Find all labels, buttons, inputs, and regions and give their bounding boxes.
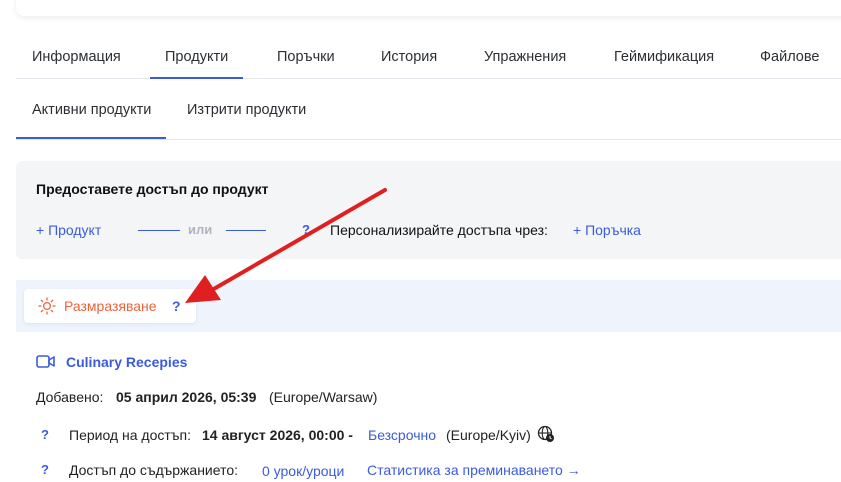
content-help-icon[interactable]: ? bbox=[41, 462, 49, 477]
period-timezone: (Europe/Kyiv) bbox=[446, 427, 531, 443]
main-tabs: Информация Продукти Поръчки История Упра… bbox=[16, 36, 841, 79]
grant-access-title: Предоставете достъп до продукт bbox=[36, 181, 269, 197]
added-timezone: (Europe/Warsaw) bbox=[269, 389, 378, 405]
tab-files[interactable]: Файлове bbox=[760, 36, 819, 78]
grant-access-panel: Предоставете достъп до продукт + Продукт… bbox=[16, 161, 841, 259]
subtab-active-products[interactable]: Активни продукти bbox=[15, 88, 167, 139]
added-label: Добавено: bbox=[36, 389, 104, 405]
subtab-deleted-products[interactable]: Изтрити продукти bbox=[187, 88, 306, 133]
unfreeze-button[interactable]: Размразяване ? bbox=[24, 289, 196, 323]
tab-exercises[interactable]: Упражнения bbox=[484, 36, 566, 78]
period-end-link[interactable]: Безсрочно bbox=[368, 427, 436, 443]
or-divider-left bbox=[138, 230, 180, 231]
globe-clock-icon[interactable] bbox=[537, 425, 555, 443]
unfreeze-help-icon[interactable]: ? bbox=[172, 298, 181, 314]
period-help-icon[interactable]: ? bbox=[41, 427, 49, 442]
add-product-link[interactable]: + Продукт bbox=[36, 222, 101, 238]
tab-products[interactable]: Продукти bbox=[149, 36, 244, 79]
completion-stats-link[interactable]: Статистика за преминаването → bbox=[367, 462, 581, 478]
tab-history[interactable]: История bbox=[381, 36, 437, 78]
sun-icon bbox=[38, 297, 56, 315]
or-text: или bbox=[188, 222, 213, 237]
personalize-label: Персонализирайте достъпа чрез: bbox=[330, 222, 548, 238]
product-name-link[interactable]: Culinary Recepies bbox=[66, 354, 187, 370]
or-divider-right bbox=[226, 230, 266, 231]
content-access-label: Достъп до съдържанието: bbox=[69, 462, 239, 478]
period-start: 14 август 2026, 00:00 - bbox=[202, 427, 353, 443]
tab-gamification[interactable]: Геймификация bbox=[614, 36, 714, 78]
tab-information[interactable]: Информация bbox=[32, 36, 121, 78]
lessons-link[interactable]: 0 урок/уроци bbox=[262, 463, 344, 479]
period-label: Период на достъп: bbox=[69, 427, 191, 443]
added-value: 05 април 2026, 05:39 bbox=[116, 389, 257, 405]
add-order-link[interactable]: + Поръчка bbox=[573, 222, 641, 238]
help-icon[interactable]: ? bbox=[302, 222, 310, 237]
video-icon bbox=[36, 355, 55, 368]
top-card bbox=[16, 0, 841, 16]
product-subtabs: Активни продукти Изтрити продукти bbox=[15, 88, 841, 140]
product-header-band: Размразяване ? bbox=[16, 280, 841, 332]
unfreeze-label: Размразяване bbox=[64, 298, 157, 314]
tab-orders[interactable]: Поръчки bbox=[277, 36, 335, 78]
